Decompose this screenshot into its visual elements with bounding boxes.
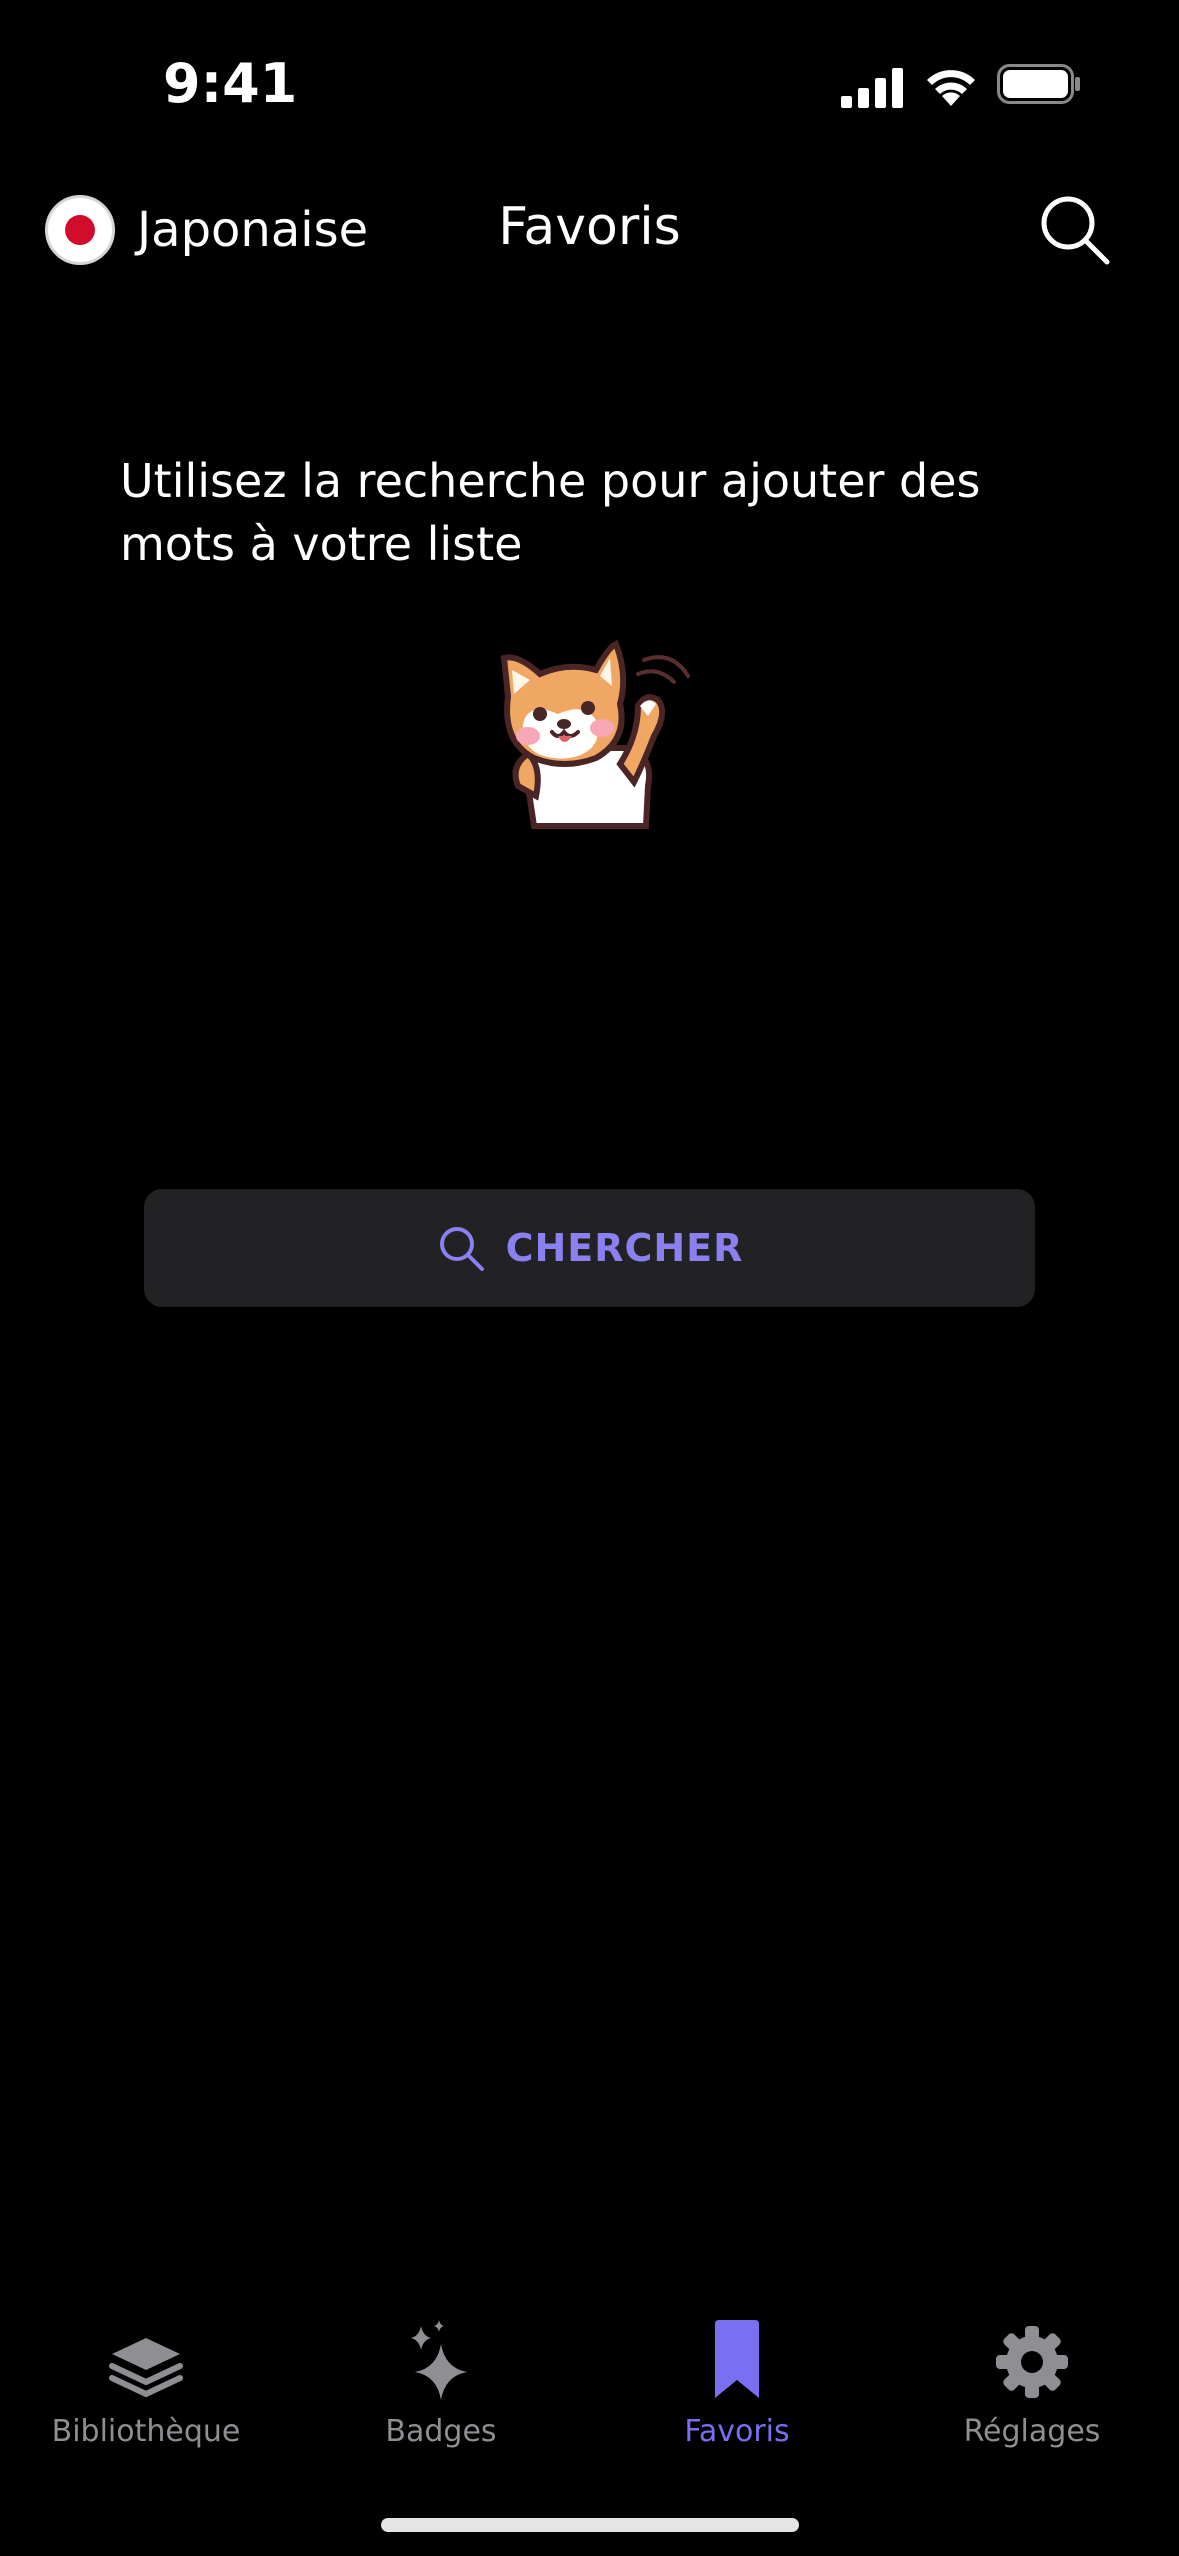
tab-reglages[interactable]: Réglages bbox=[902, 2320, 1162, 2470]
search-icon bbox=[439, 1227, 484, 1271]
home-indicator bbox=[381, 2518, 799, 2532]
tab-bibliotheque[interactable]: Bibliothèque bbox=[16, 2320, 276, 2470]
tab-label: Réglages bbox=[963, 2414, 1101, 2449]
status-time: 9:41 bbox=[163, 52, 298, 115]
sparkles-icon bbox=[411, 2320, 467, 2400]
bookmark-icon bbox=[715, 2320, 759, 2398]
search-button[interactable]: CHERCHER bbox=[144, 1189, 1035, 1307]
empty-state-message: Utilisez la recherche pour ajouter des m… bbox=[120, 454, 981, 571]
tab-label: Bibliothèque bbox=[51, 2414, 241, 2449]
header: Japonaise Favoris bbox=[0, 175, 1179, 285]
layers-icon bbox=[109, 2338, 183, 2397]
tab-badges[interactable]: Badges bbox=[311, 2320, 571, 2470]
wifi-icon bbox=[927, 70, 975, 106]
gear-icon bbox=[996, 2326, 1068, 2398]
signal-icon bbox=[841, 68, 903, 108]
battery-icon bbox=[997, 64, 1080, 104]
tab-label: Badges bbox=[385, 2414, 497, 2449]
status-bar: 9:41 bbox=[0, 0, 1179, 175]
shiba-dog-waving bbox=[500, 639, 690, 829]
page-title: Favoris bbox=[498, 197, 681, 257]
tab-label: Favoris bbox=[684, 2414, 790, 2449]
search-icon[interactable] bbox=[1037, 192, 1113, 268]
tab-bar: Bibliothèque Badges Favoris Réglages bbox=[0, 2300, 1179, 2480]
tab-favoris[interactable]: Favoris bbox=[607, 2320, 867, 2470]
screen: 9:41 Japonaise Favoris Utilisez la reche… bbox=[0, 0, 1179, 2556]
search-button-label: CHERCHER bbox=[505, 1226, 744, 1270]
